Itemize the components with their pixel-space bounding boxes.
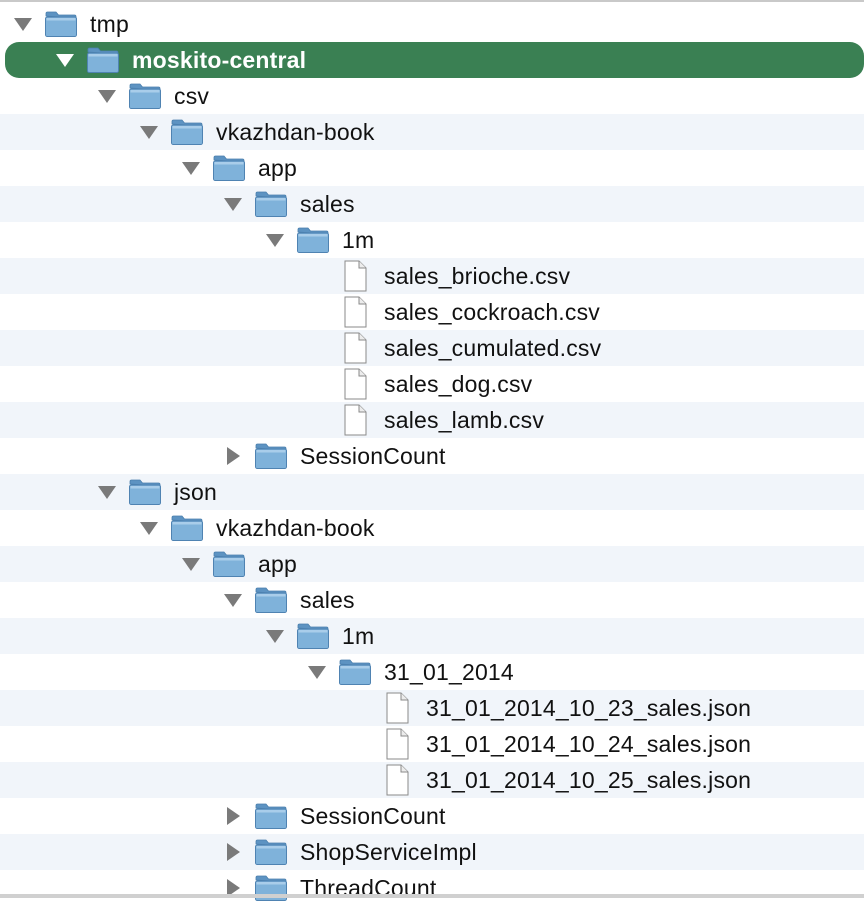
triangle-down-icon[interactable] [264, 625, 286, 647]
triangle-down-icon[interactable] [180, 157, 202, 179]
tree-row-label: SessionCount [300, 802, 446, 829]
file-icon [380, 764, 414, 796]
tree-row-folder[interactable]: vkazhdan-book [0, 114, 864, 150]
tree-row-file[interactable]: sales_brioche.csv [0, 258, 864, 294]
tree-row-folder[interactable]: 31_01_2014 [0, 654, 864, 690]
folder-icon [212, 153, 246, 183]
triangle-down-icon[interactable] [222, 193, 244, 215]
file-icon [380, 728, 414, 760]
window-bottom-edge [0, 894, 864, 898]
file-icon [380, 692, 414, 724]
triangle-right-icon[interactable] [222, 445, 244, 467]
tree-row-file[interactable]: 31_01_2014_10_23_sales.json [0, 690, 864, 726]
tree-row-folder[interactable]: 1m [0, 222, 864, 258]
tree-row-label: sales [300, 190, 355, 217]
tree-row-folder[interactable]: csv [0, 78, 864, 114]
tree-row-label: sales_lamb.csv [384, 406, 545, 433]
tree-row-file[interactable]: sales_lamb.csv [0, 402, 864, 438]
folder-icon [296, 225, 330, 255]
tree-row-folder[interactable]: SessionCount [0, 798, 864, 834]
tree-row-label: 31_01_2014_10_25_sales.json [426, 766, 752, 793]
tree-row-label: 31_01_2014_10_23_sales.json [426, 694, 752, 721]
tree-row-folder[interactable]: 1m [0, 618, 864, 654]
tree-row-folder[interactable]: ThreadCount [0, 870, 864, 906]
tree-row-label: 31_01_2014 [384, 658, 514, 685]
tree-row-label: sales_cockroach.csv [384, 298, 600, 325]
triangle-right-icon[interactable] [222, 805, 244, 827]
file-icon [338, 296, 372, 328]
tree-row-label: moskito-central [132, 46, 307, 73]
folder-icon [254, 801, 288, 831]
tree-row-folder[interactable]: sales [0, 186, 864, 222]
tree-row-label: tmp [90, 10, 129, 37]
tree-row-folder[interactable]: moskito-central [5, 42, 864, 78]
tree-row-folder[interactable]: ShopServiceImpl [0, 834, 864, 870]
tree-row-folder[interactable]: json [0, 474, 864, 510]
tree-row-file[interactable]: sales_cumulated.csv [0, 330, 864, 366]
tree-row-label: vkazhdan-book [216, 514, 375, 541]
triangle-down-icon[interactable] [306, 661, 328, 683]
file-icon [338, 332, 372, 364]
tree-row-folder[interactable]: app [0, 150, 864, 186]
triangle-down-icon[interactable] [138, 517, 160, 539]
file-tree: tmp moskito-central csv vkazhdan-book app sal… [0, 6, 864, 906]
tree-row-label: sales [300, 586, 355, 613]
tree-row-folder[interactable]: app [0, 546, 864, 582]
file-icon [338, 404, 372, 436]
triangle-down-icon[interactable] [96, 85, 118, 107]
tree-row-label: app [258, 154, 297, 181]
tree-row-folder[interactable]: vkazhdan-book [0, 510, 864, 546]
folder-icon [212, 549, 246, 579]
tree-row-label: vkazhdan-book [216, 118, 375, 145]
file-icon [338, 260, 372, 292]
triangle-down-icon[interactable] [180, 553, 202, 575]
triangle-down-icon[interactable] [222, 589, 244, 611]
file-icon [338, 368, 372, 400]
tree-row-label: csv [174, 82, 210, 109]
tree-row-folder[interactable]: tmp [0, 6, 864, 42]
folder-icon [254, 873, 288, 903]
tree-row-file[interactable]: sales_dog.csv [0, 366, 864, 402]
folder-icon [338, 657, 372, 687]
tree-row-file[interactable]: 31_01_2014_10_25_sales.json [0, 762, 864, 798]
tree-row-label: sales_cumulated.csv [384, 334, 602, 361]
window-top-border [0, 0, 864, 2]
tree-row-label: sales_dog.csv [384, 370, 533, 397]
tree-row-label: SessionCount [300, 442, 446, 469]
triangle-down-icon[interactable] [54, 49, 76, 71]
tree-row-file[interactable]: 31_01_2014_10_24_sales.json [0, 726, 864, 762]
tree-row-file[interactable]: sales_cockroach.csv [0, 294, 864, 330]
folder-icon [170, 117, 204, 147]
folder-icon [170, 513, 204, 543]
folder-icon [254, 585, 288, 615]
folder-icon [44, 9, 78, 39]
tree-row-label: 1m [342, 226, 375, 253]
triangle-right-icon[interactable] [222, 841, 244, 863]
triangle-down-icon[interactable] [138, 121, 160, 143]
folder-icon [254, 441, 288, 471]
folder-icon [128, 477, 162, 507]
tree-row-folder[interactable]: sales [0, 582, 864, 618]
tree-row-label: ShopServiceImpl [300, 838, 477, 865]
folder-icon [128, 81, 162, 111]
folder-icon [86, 45, 120, 75]
triangle-down-icon[interactable] [264, 229, 286, 251]
tree-row-label: json [174, 478, 217, 505]
triangle-down-icon[interactable] [12, 13, 34, 35]
tree-row-label: app [258, 550, 297, 577]
tree-row-folder[interactable]: SessionCount [0, 438, 864, 474]
tree-row-label: sales_brioche.csv [384, 262, 571, 289]
folder-icon [254, 189, 288, 219]
tree-row-label: 1m [342, 622, 375, 649]
triangle-down-icon[interactable] [96, 481, 118, 503]
tree-row-label: 31_01_2014_10_24_sales.json [426, 730, 752, 757]
folder-icon [296, 621, 330, 651]
folder-icon [254, 837, 288, 867]
